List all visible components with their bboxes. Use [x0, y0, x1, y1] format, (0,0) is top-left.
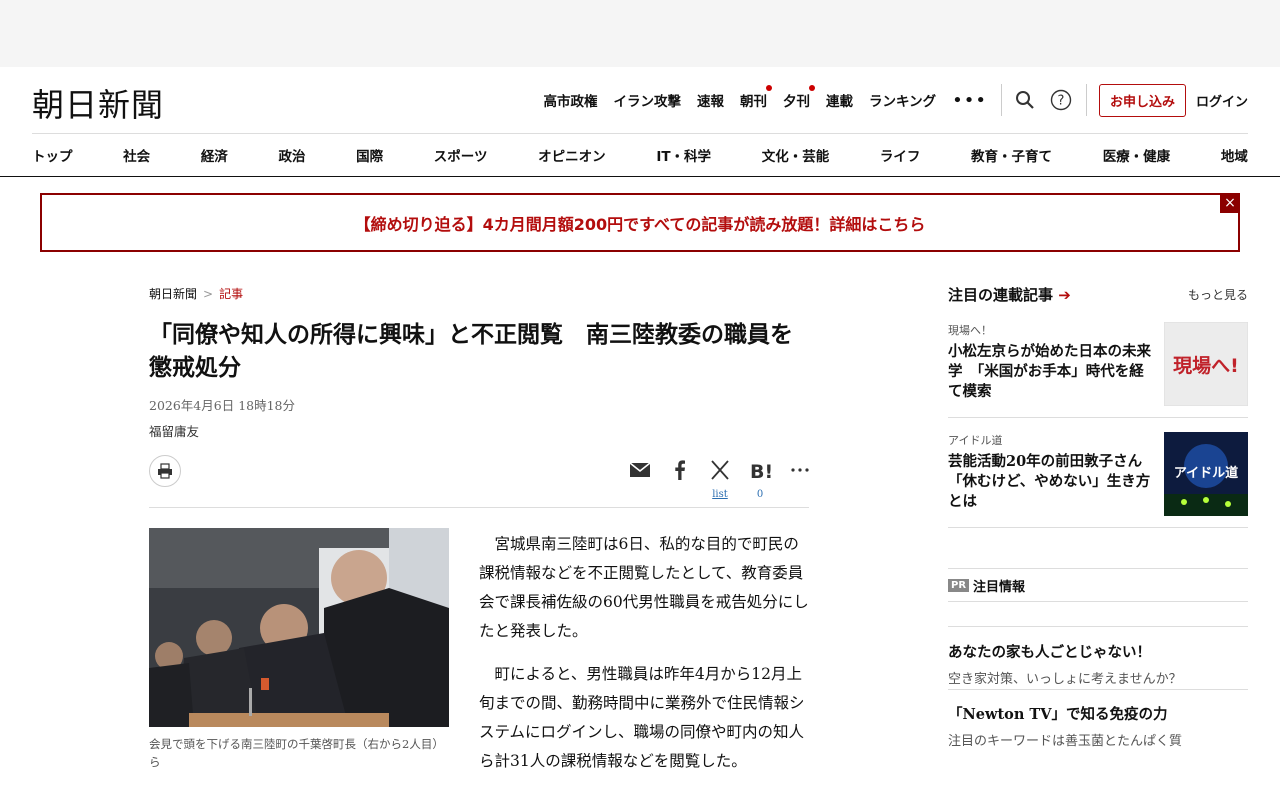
category-politics[interactable]: 政治: [278, 145, 305, 165]
article-date: 2026年4月6日 18時18分: [149, 398, 296, 413]
search-icon[interactable]: [1014, 89, 1036, 111]
pr-item[interactable]: 「Newton TV」で知る免疫の力 注目のキーワードは善玉菌とたんぱく質: [948, 703, 1248, 749]
more-menu-icon[interactable]: •••: [952, 90, 987, 111]
category-top[interactable]: トップ: [32, 145, 73, 165]
category-local[interactable]: 地域: [1221, 145, 1248, 165]
facebook-share-icon[interactable]: [660, 459, 700, 485]
topnav-item-morning[interactable]: 朝刊: [740, 85, 772, 110]
nav-underline: [0, 176, 1280, 177]
category-life[interactable]: ライフ: [880, 145, 921, 165]
topnav-item-series[interactable]: 連載: [826, 90, 853, 110]
article-body: 宮城県南三陸町は6日、私的な目的で町民の課税情報などを不正閲覧したとして、教育委…: [479, 530, 809, 790]
featured-series-item[interactable]: 現場へ！ 小松左京らが始めた日本の未来学 「米国がお手本」時代を経て模索 現場へ…: [948, 308, 1249, 418]
topnav-item-breaking[interactable]: 速報: [697, 90, 724, 110]
topnav-item-evening[interactable]: 夕刊: [783, 85, 815, 110]
breadcrumb-current[interactable]: 記事: [219, 287, 243, 301]
featured-series-item[interactable]: アイドル道 芸能活動20年の前田敦子さん「休むけど、やめない」生き方とは アイド…: [948, 418, 1248, 528]
topnav-item-iran[interactable]: イラン攻撃: [614, 90, 682, 110]
category-health[interactable]: 医療・健康: [1103, 145, 1171, 165]
article-paragraph: 町によると、男性職員は昨年4月から12月上旬までの間、勤務時間中に業務外で住民情…: [479, 665, 805, 770]
top-ad-space: [0, 0, 1280, 67]
mail-share-icon[interactable]: [620, 459, 660, 485]
breadcrumb: 朝日新聞 > 記事: [149, 285, 243, 302]
promo-banner[interactable]: 【締め切り迫る】4カ月間月額200円ですべての記事が読み放題！詳細はこちら ×: [40, 193, 1240, 252]
pr-item-description: 注目のキーワードは善玉菌とたんぱく質: [948, 734, 1183, 749]
x-share-icon[interactable]: list: [700, 459, 740, 500]
login-link[interactable]: ログイン: [1196, 91, 1248, 110]
featured-series-title[interactable]: 注目の連載記事 ➔: [948, 284, 1071, 305]
category-economy[interactable]: 経済: [201, 145, 228, 165]
subscribe-button[interactable]: お申し込み: [1098, 83, 1186, 117]
svg-text:?: ?: [1058, 94, 1065, 109]
share-divider: [149, 507, 809, 508]
featured-series-title-text: 注目の連載記事: [948, 285, 1054, 304]
series-thumbnail[interactable]: 現場へ!: [1163, 321, 1249, 407]
new-dot: [809, 85, 815, 91]
hatena-bookmark-count: 0: [756, 489, 764, 500]
pr-label: 注目情報: [973, 579, 1026, 595]
category-international[interactable]: 国際: [356, 145, 383, 165]
site-logo[interactable]: 朝日新聞: [32, 80, 164, 126]
category-it-science[interactable]: IT・科学: [656, 145, 711, 165]
close-icon[interactable]: ×: [1220, 193, 1240, 213]
hatena-bookmark-icon[interactable]: B! 0: [740, 459, 780, 500]
category-nav: トップ 社会 経済 政治 国際 スポーツ オピニオン IT・科学 文化・芸能 ラ…: [32, 133, 1248, 176]
arrow-right-icon: ➔: [1058, 285, 1071, 304]
series-thumbnail[interactable]: アイドル道: [1164, 432, 1248, 516]
more-share-icon[interactable]: [780, 459, 820, 485]
series-tag: アイドル道: [948, 434, 1003, 447]
topnav-label-morning: 朝刊: [740, 94, 767, 110]
pr-item-description: 空き家対策、いっしょに考えませんか？: [948, 672, 1182, 687]
print-icon[interactable]: [149, 455, 181, 487]
pr-item-title[interactable]: 「Newton TV」で知る免疫の力: [948, 703, 1248, 724]
pr-header: PR 注目情報: [948, 568, 1248, 602]
article-headline: 「同僚や知人の所得に興味」と不正閲覧 南三陸教委の職員を懲戒処分: [149, 321, 793, 381]
divider: [1085, 84, 1087, 116]
breadcrumb-separator: >: [203, 287, 214, 301]
category-education[interactable]: 教育・子育て: [971, 145, 1052, 165]
series-tag: 現場へ！: [948, 324, 992, 337]
x-share-count[interactable]: list: [700, 489, 740, 500]
article-author[interactable]: 福留庸友: [149, 421, 199, 440]
see-more-link[interactable]: もっと見る: [1188, 286, 1248, 303]
site-header: 朝日新聞 高市政権 イラン攻撃 速報 朝刊 夕刊 連載 ランキング ••• ? …: [0, 67, 1280, 133]
featured-series-header: 注目の連載記事 ➔ もっと見る: [948, 280, 1248, 308]
divider: [1000, 84, 1002, 116]
category-opinion[interactable]: オピニオン: [538, 145, 606, 165]
article-paragraph: 宮城県南三陸町は6日、私的な目的で町民の課税情報などを不正閲覧したとして、教育委…: [479, 535, 809, 640]
category-society[interactable]: 社会: [123, 145, 150, 165]
photo-caption: 会見で頭を下げる南三陸町の千葉啓町長（右から2人目）ら: [149, 737, 444, 769]
series-article-title[interactable]: 芸能活動20年の前田敦子さん「休むけど、やめない」生き方とは: [948, 452, 1153, 512]
pr-badge: PR: [948, 578, 970, 592]
category-culture[interactable]: 文化・芸能: [762, 145, 830, 165]
help-icon[interactable]: ?: [1050, 89, 1072, 111]
article-photo[interactable]: [149, 528, 449, 727]
thumb-logo-text: 現場へ!: [1173, 355, 1239, 377]
pr-item-title[interactable]: あなたの家も人ごとじゃない！: [948, 641, 1248, 662]
breadcrumb-home[interactable]: 朝日新聞: [149, 287, 197, 301]
topnav-label-evening: 夕刊: [783, 94, 810, 110]
sidebar: 注目の連載記事 ➔ もっと見る 現場へ！ 小松左京らが始めた日本の未来学 「米国…: [948, 280, 1249, 528]
category-sports[interactable]: スポーツ: [434, 145, 488, 165]
new-dot: [766, 85, 772, 91]
topnav-item-ranking[interactable]: ランキング: [869, 90, 936, 110]
share-bar: list B! 0: [620, 459, 820, 500]
topnav-item-takaichi[interactable]: 高市政権: [544, 90, 598, 110]
series-article-title[interactable]: 小松左京らが始めた日本の未来学 「米国がお手本」時代を経て模索: [948, 342, 1153, 402]
pr-item[interactable]: あなたの家も人ごとじゃない！ 空き家対策、いっしょに考えませんか？: [948, 626, 1248, 690]
promo-banner-text[interactable]: 【締め切り迫る】4カ月間月額200円ですべての記事が読み放題！詳細はこちら: [355, 211, 926, 235]
thumb-logo-text: アイドル道: [1174, 465, 1238, 481]
svg-text:B!: B!: [750, 461, 771, 481]
top-nav: 高市政権 イラン攻撃 速報 朝刊 夕刊 連載 ランキング ••• ? お申し込み…: [544, 67, 1280, 133]
